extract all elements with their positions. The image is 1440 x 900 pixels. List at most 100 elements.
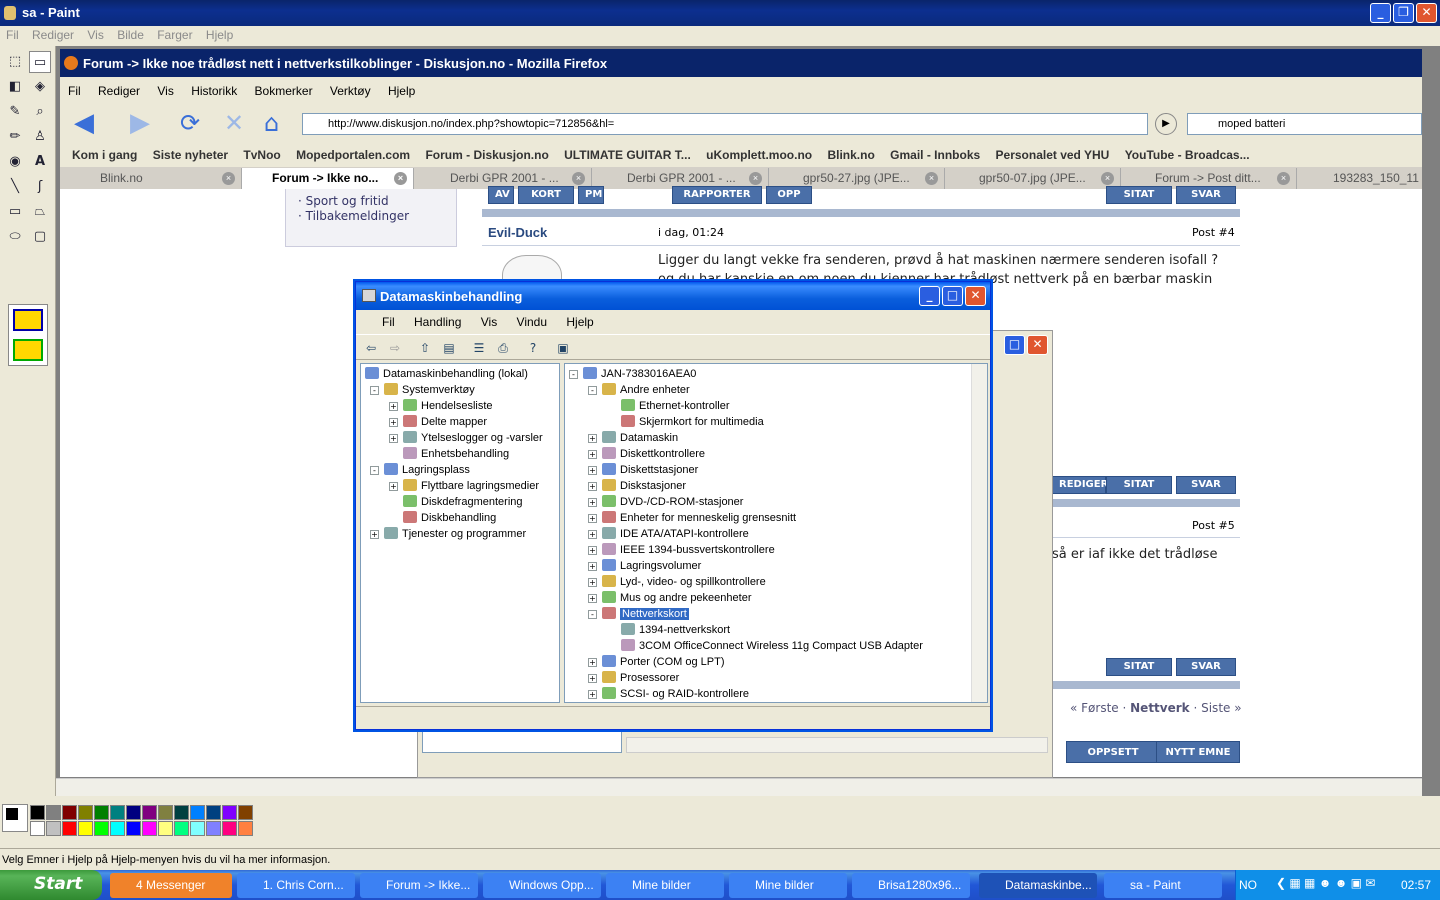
tree-node[interactable]: 1394-nettverkskort [621, 622, 730, 638]
tree-node[interactable]: SCSI- og RAID-kontrollere [602, 686, 749, 702]
tree-node[interactable]: Lagringsvolumer [602, 558, 701, 574]
bookmark-item[interactable]: Gmail - Innboks [878, 143, 980, 162]
tree-node[interactable]: Datamaskinbehandling (lokal) [365, 366, 528, 382]
show-tree-icon[interactable]: ▤ [440, 339, 458, 357]
tab[interactable]: 193283_150_11 [1303, 168, 1422, 189]
tree-node[interactable]: Hendelsesliste [403, 398, 493, 414]
tree-node[interactable]: Lyd-, video- og spillkontrollere [602, 574, 766, 590]
bookmark-item[interactable]: Personalet ved YHU [984, 143, 1110, 162]
bookmark-item[interactable]: Siste nyheter [141, 143, 228, 162]
pm-button[interactable]: PM [578, 186, 604, 204]
properties-icon[interactable]: ☰ [470, 339, 488, 357]
tree-node[interactable]: DVD-/CD-ROM-stasjoner [602, 494, 743, 510]
rectangle-icon[interactable]: ▭ [4, 201, 26, 223]
pager-first[interactable]: « Første [1070, 701, 1119, 715]
expand-icon[interactable]: + [588, 450, 597, 459]
curve-icon[interactable]: ʃ [29, 176, 51, 198]
tree-node[interactable]: Porter (COM og LPT) [602, 654, 725, 670]
forward-icon[interactable]: ▶ [130, 109, 150, 137]
expand-icon[interactable]: + [389, 402, 398, 411]
expand-icon[interactable]: + [588, 578, 597, 587]
color-swatch[interactable] [174, 805, 189, 820]
vertical-scrollbar[interactable] [971, 364, 987, 702]
color-swatch[interactable] [94, 805, 109, 820]
free-select-icon[interactable]: ⬚ [4, 51, 26, 73]
expand-icon[interactable]: + [588, 690, 597, 699]
sidebar-link[interactable]: · Sport og fritid [298, 194, 389, 208]
collapse-icon[interactable]: - [370, 466, 379, 475]
clock[interactable]: 02:57 [1401, 878, 1431, 892]
tree-node[interactable]: Tjenester og programmer [384, 526, 526, 542]
ff-menu-vis[interactable]: Vis [149, 77, 173, 98]
tab-close-icon[interactable]: × [1277, 172, 1290, 185]
color-swatch[interactable] [46, 805, 61, 820]
close-button[interactable]: ✕ [1416, 3, 1437, 23]
rapporter-button[interactable]: RAPPORTER [672, 186, 762, 204]
av-button[interactable]: AV [488, 186, 514, 204]
svar-button[interactable]: SVAR [1176, 658, 1236, 676]
back-icon[interactable]: ◀ [74, 109, 94, 137]
tree-node[interactable]: 3COM OfficeConnect Wireless 11g Compact … [621, 638, 923, 654]
tree-node[interactable]: Diskettstasjoner [602, 462, 698, 478]
tray-icons[interactable]: ❮ ▦ ▦ ☻ ☻ ▣ ✉ [1276, 876, 1375, 890]
post-number[interactable]: Post #4 [1192, 226, 1235, 239]
color-swatch[interactable] [78, 821, 93, 836]
ellipse-icon[interactable]: ⬭ [4, 226, 26, 248]
bookmark-item[interactable]: uKomplett.moo.no [694, 143, 812, 162]
color-swatch[interactable] [206, 805, 221, 820]
color-swatch[interactable] [126, 805, 141, 820]
color-swatch[interactable] [126, 821, 141, 836]
close-button[interactable]: ✕ [1027, 335, 1048, 355]
tree-node[interactable]: Flyttbare lagringsmedier [403, 478, 539, 494]
tree-node[interactable]: Diskdefragmentering [403, 494, 523, 510]
bookmark-item[interactable]: YouTube - Broadcas... [1113, 143, 1250, 162]
expand-icon[interactable]: + [588, 658, 597, 667]
dm-menu-vis[interactable]: Vis [471, 310, 497, 329]
sitat-button[interactable]: SITAT [1106, 186, 1172, 204]
tab-active[interactable]: Forum -> Ikke no... × [242, 168, 414, 189]
tab[interactable]: gpr50-07.jpg (JPE... × [949, 168, 1121, 189]
bookmark-item[interactable]: TvNoo [231, 143, 280, 162]
tree-node[interactable]: Skjermkort for multimedia [621, 414, 764, 430]
forward-icon[interactable]: ⇨ [386, 339, 404, 357]
expand-icon[interactable]: + [588, 562, 597, 571]
task-messenger[interactable]: 4 Messenger [110, 873, 232, 898]
tree-node[interactable]: Enheter for menneskelig grensesnitt [602, 510, 796, 526]
task-button[interactable]: Mine bilder [606, 873, 724, 898]
task-button-active[interactable]: Datamaskinbe... [979, 873, 1097, 898]
color-swatch[interactable] [222, 805, 237, 820]
tab-close-icon[interactable]: × [394, 172, 407, 185]
tab-close-icon[interactable]: × [222, 172, 235, 185]
color-swatch[interactable] [190, 805, 205, 820]
search-field[interactable]: moped batteri [1187, 113, 1422, 135]
pick-color-icon[interactable]: ✎ [4, 101, 26, 123]
menu-rediger[interactable]: Rediger [26, 26, 74, 42]
airbrush-icon[interactable]: ◉ [4, 151, 26, 173]
print-icon[interactable]: ⎙ [494, 339, 512, 357]
color-swatch[interactable] [62, 805, 77, 820]
stop-icon[interactable]: ✕ [224, 109, 244, 137]
menu-bilde[interactable]: Bilde [111, 26, 144, 42]
color-swatch[interactable] [158, 821, 173, 836]
tree-node[interactable]: Delte mapper [403, 414, 487, 430]
tree-node[interactable]: Nettverkskort [602, 606, 689, 622]
tree-node[interactable]: Ethernet-kontroller [621, 398, 730, 414]
ff-menu-verktoy[interactable]: Verktøy [322, 77, 371, 98]
expand-icon[interactable]: + [588, 514, 597, 523]
color-swatch[interactable] [174, 821, 189, 836]
tree-node[interactable]: Diskstasjoner [602, 478, 686, 494]
color-swatch[interactable] [46, 821, 61, 836]
url-bar[interactable]: http://www.diskusjon.no/index.php?showto… [302, 113, 1148, 135]
bookmark-item[interactable]: Mopedportalen.com [284, 143, 410, 162]
go-icon[interactable]: ▶ [1155, 113, 1177, 135]
post-author[interactable]: Evil-Duck [488, 225, 547, 240]
ff-menu-bokmerker[interactable]: Bokmerker [247, 77, 313, 98]
tab-close-icon[interactable]: × [925, 172, 938, 185]
tree-node[interactable]: Andre enheter [602, 382, 690, 398]
dm-maximize-button[interactable]: □ [942, 286, 963, 306]
scan-hardware-icon[interactable]: ▣ [554, 339, 572, 357]
tree-node[interactable]: Lagringsplass [384, 462, 470, 478]
task-button[interactable]: Brisa1280x96... [852, 873, 970, 898]
bookmark-item[interactable]: Kom i gang [60, 143, 137, 162]
expand-icon[interactable]: + [588, 674, 597, 683]
